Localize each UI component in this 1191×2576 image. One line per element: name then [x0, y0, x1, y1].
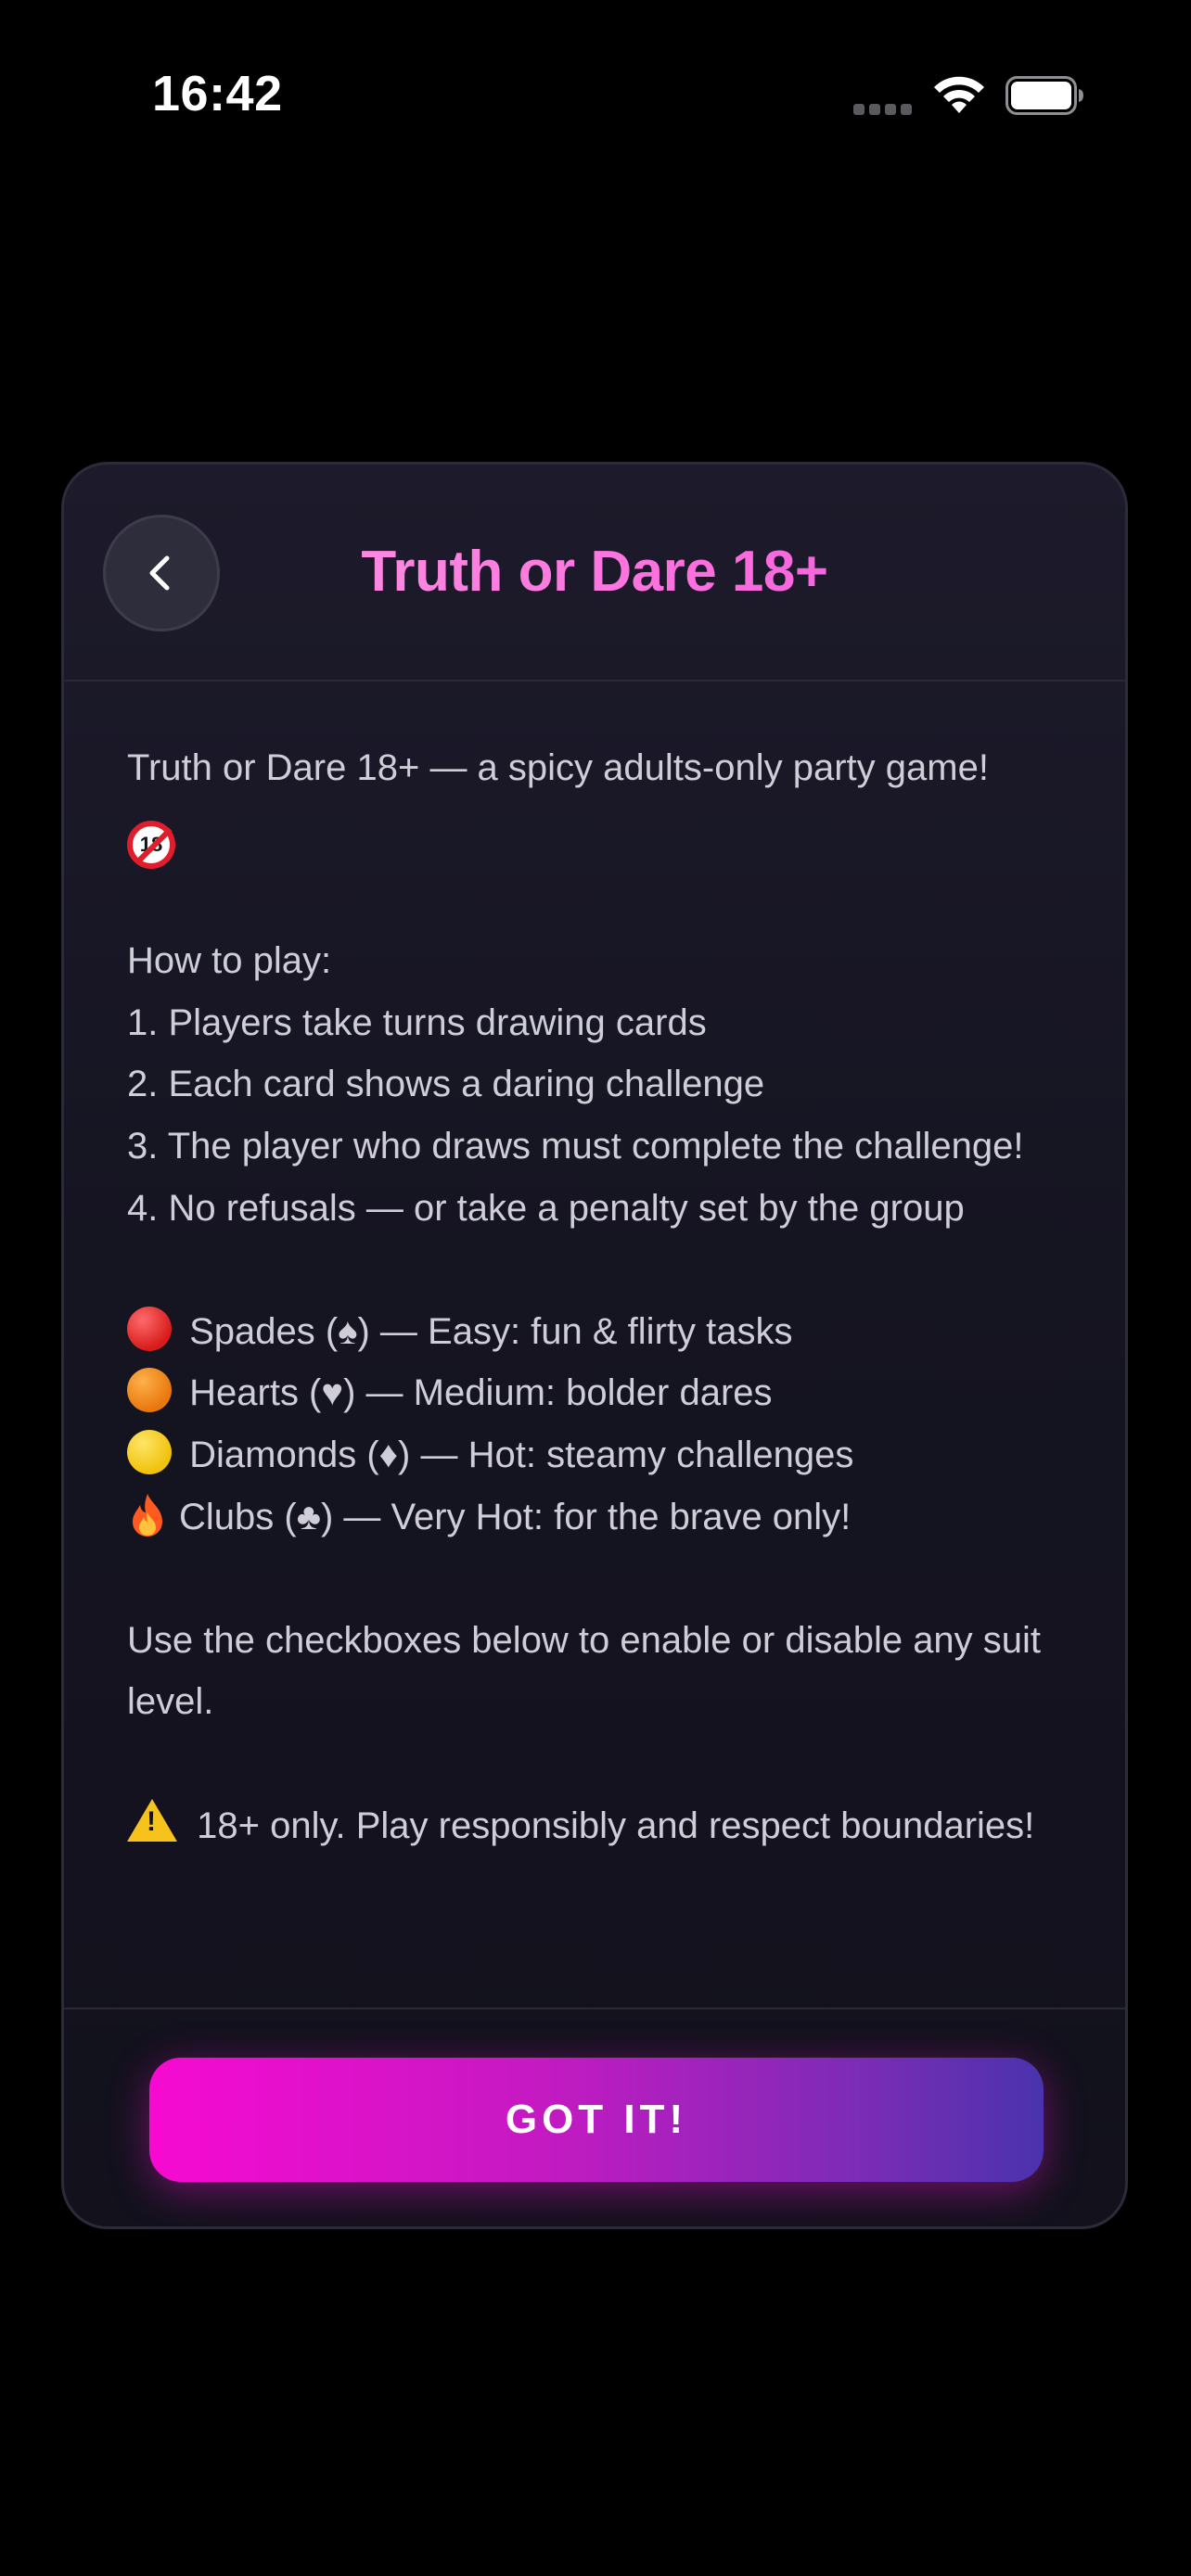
fire-icon: [133, 1493, 162, 1537]
cellular-signal-icon: [853, 104, 913, 115]
suit-line-spades: Spades (♠) — Easy: fun & flirty tasks: [127, 1301, 1073, 1363]
warning-text: ! 18+ only. Play responsibly and respect…: [127, 1795, 1073, 1857]
red-circle-icon: [127, 1306, 172, 1351]
rule-step: 4. No refusals — or take a penalty set b…: [127, 1187, 965, 1229]
intro-text: Truth or Dare 18+ — a spicy adults-only …: [127, 747, 989, 788]
rule-step: 1. Players take turns drawing cards: [127, 1001, 707, 1043]
how-to-play-heading: How to play:: [127, 940, 332, 982]
suit-line-diamonds: Diamonds (♦) — Hot: steamy challenges: [127, 1424, 1073, 1486]
battery-icon: [1005, 76, 1083, 115]
checkbox-note: Use the checkboxes below to enable or di…: [127, 1619, 1042, 1723]
status-time: 16:42: [152, 66, 283, 121]
rule-step: 2. Each card shows a daring challenge: [127, 1064, 765, 1105]
modal-header: Truth or Dare 18+: [64, 465, 1125, 682]
yellow-circle-icon: [127, 1429, 172, 1474]
modal-footer: GOT IT!: [64, 2008, 1125, 2226]
warning-icon: !: [127, 1798, 177, 1842]
suit-line-hearts: Hearts (♥) — Medium: bolder dares: [127, 1362, 1073, 1424]
wifi-icon: [934, 76, 984, 113]
orange-circle-icon: [127, 1368, 172, 1413]
got-it-button[interactable]: GOT IT!: [149, 2058, 1044, 2182]
modal-title: Truth or Dare 18+: [64, 539, 1125, 605]
rules-modal: Truth or Dare 18+ Truth or Dare 18+ — a …: [61, 462, 1128, 2229]
rule-step: 3. The player who draws must complete th…: [127, 1125, 1024, 1167]
screen: 16:42 Truth or Dare 18+ Truth or Dare 18…: [0, 0, 1191, 2576]
status-bar: 16:42: [0, 0, 1191, 176]
suit-line-clubs: Clubs (♣) — Very Hot: for the brave only…: [127, 1486, 1073, 1549]
rules-text: Truth or Dare 18+ — a spicy adults-only …: [127, 737, 1073, 1856]
no-under-18-icon: 18: [127, 820, 175, 869]
